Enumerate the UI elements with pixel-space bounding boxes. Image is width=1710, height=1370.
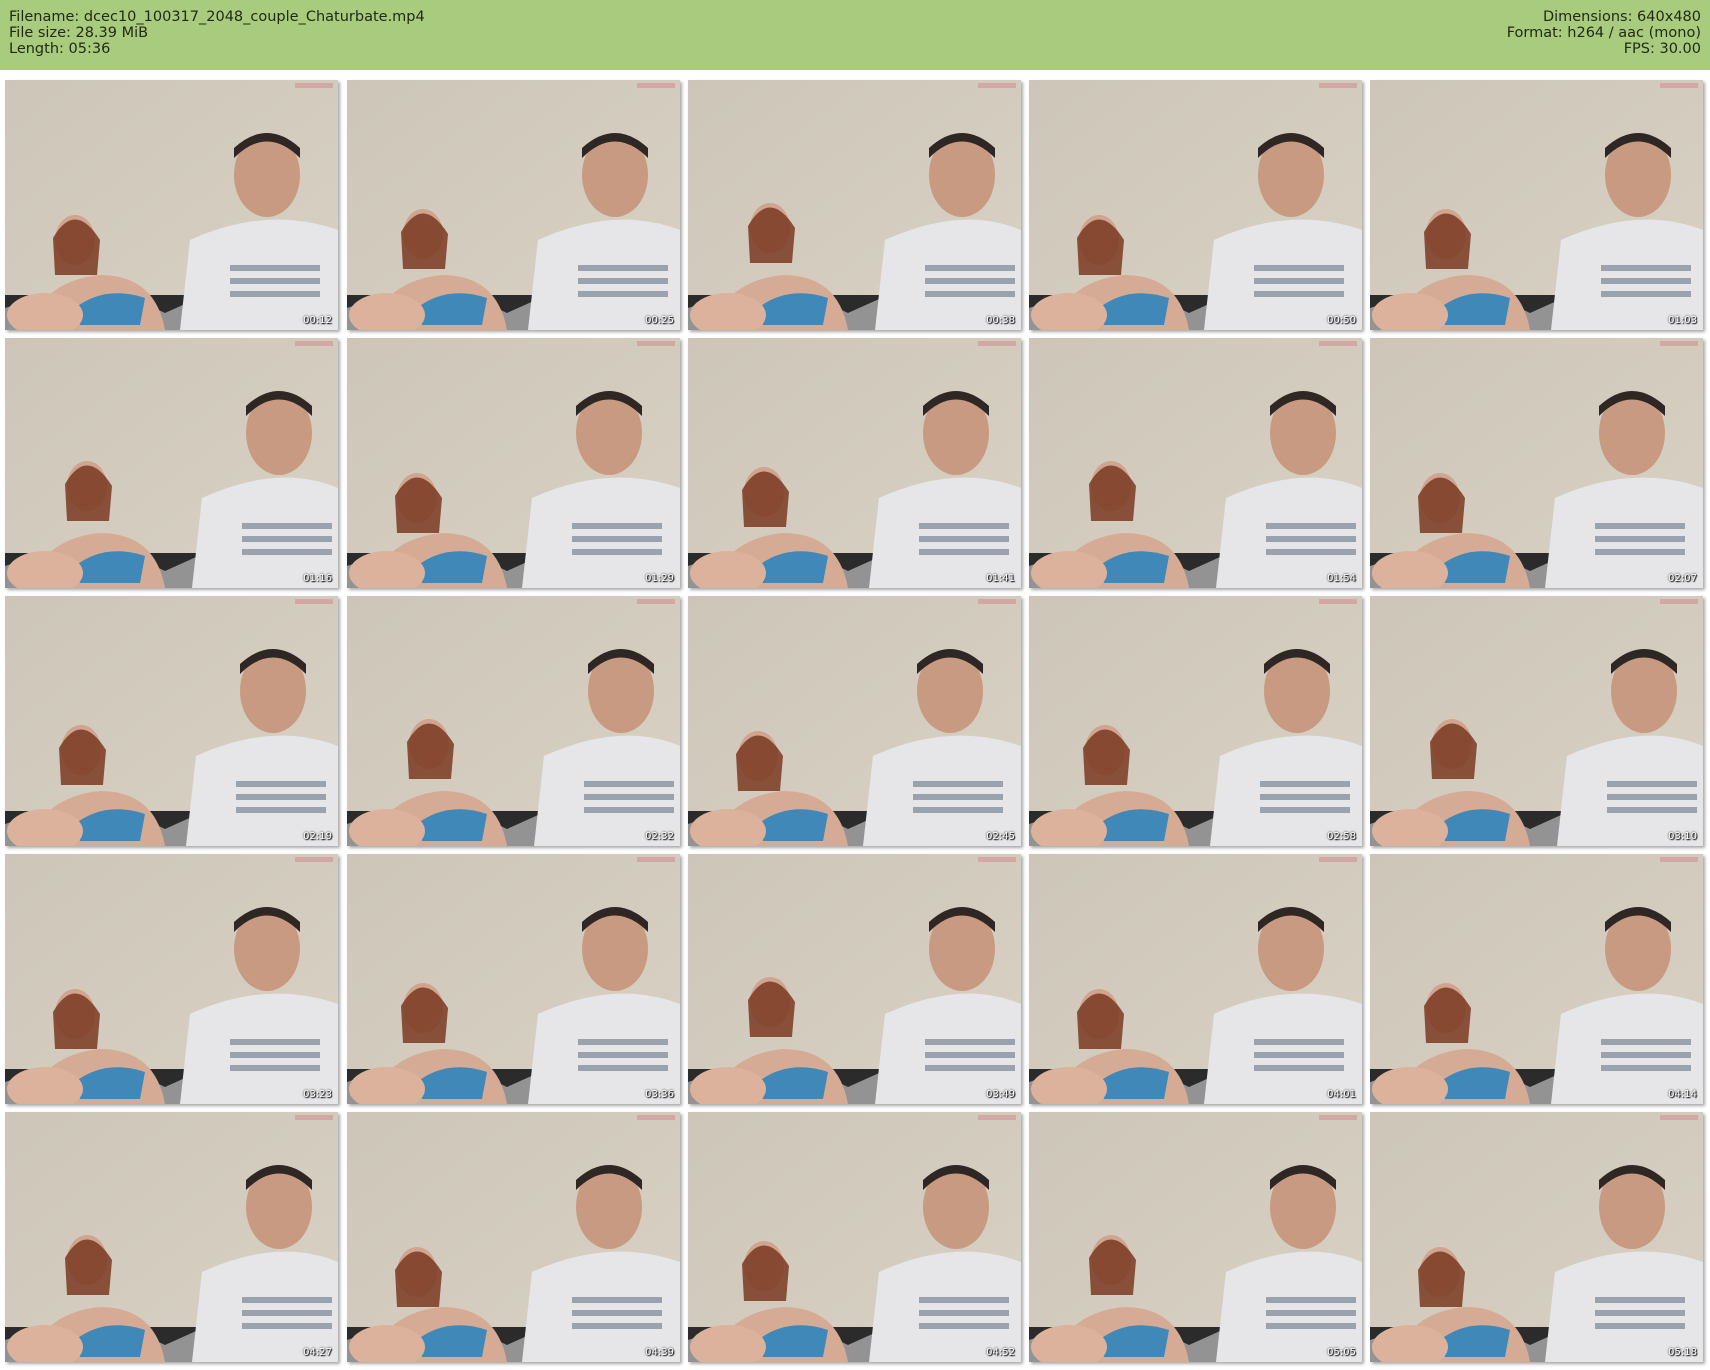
fps-text: FPS: 30.00 — [1623, 41, 1701, 57]
video-thumbnail: 02:19 — [5, 596, 338, 846]
thumbnail-timestamp: 02:45 — [986, 831, 1015, 842]
video-thumbnail: 00:50 — [1029, 80, 1362, 330]
video-thumbnail: 04:27 — [5, 1112, 338, 1362]
thumbnail-frame-image — [1370, 338, 1703, 588]
thumbnail-timestamp: 05:05 — [1327, 1347, 1356, 1358]
thumbnail-timestamp: 04:39 — [645, 1347, 674, 1358]
video-thumbnail: 01:29 — [347, 338, 680, 588]
thumbnail-timestamp: 03:36 — [645, 1089, 674, 1100]
thumbnail-frame-image — [1370, 80, 1703, 330]
thumbnail-frame-image — [688, 596, 1021, 846]
dimensions-text: Dimensions: 640x480 — [1542, 9, 1701, 25]
video-thumbnail: 02:45 — [688, 596, 1021, 846]
thumbnail-frame-image — [5, 338, 338, 588]
thumbnail-frame-image — [347, 854, 680, 1104]
thumbnail-frame-image — [1370, 596, 1703, 846]
thumbnail-frame-image — [1029, 338, 1362, 588]
thumbnail-frame-image — [688, 338, 1021, 588]
filename-text: Filename: dcec10_100317_2048_couple_Chat… — [9, 9, 425, 25]
thumbnail-timestamp: 01:29 — [645, 573, 674, 584]
thumbnail-timestamp: 05:18 — [1668, 1347, 1697, 1358]
thumbnail-frame-image — [5, 80, 338, 330]
thumbnail-frame-image — [347, 596, 680, 846]
thumbnail-grid: 00:12 00:25 00:38 00:50 01:03 01:16 01:29 01:41… — [0, 70, 1710, 1370]
header-right-info: Dimensions: 640x480 Format: h264 / aac (… — [1507, 9, 1701, 57]
thumbnail-timestamp: 02:07 — [1668, 573, 1697, 584]
thumbnail-frame-image — [347, 338, 680, 588]
thumbnail-frame-image — [347, 80, 680, 330]
thumbnail-timestamp: 04:27 — [303, 1347, 332, 1358]
video-thumbnail: 01:16 — [5, 338, 338, 588]
video-thumbnail: 01:41 — [688, 338, 1021, 588]
thumbnail-frame-image — [5, 854, 338, 1104]
thumbnail-timestamp: 03:10 — [1668, 831, 1697, 842]
thumbnail-frame-image — [688, 80, 1021, 330]
thumbnail-timestamp: 00:12 — [303, 315, 332, 326]
video-thumbnail: 04:39 — [347, 1112, 680, 1362]
filesize-text: File size: 28.39 MiB — [9, 25, 149, 41]
thumbnail-timestamp: 04:14 — [1668, 1089, 1697, 1100]
video-thumbnail: 00:25 — [347, 80, 680, 330]
thumbnail-timestamp: 01:16 — [303, 573, 332, 584]
thumbnail-frame-image — [1029, 854, 1362, 1104]
video-thumbnail: 03:49 — [688, 854, 1021, 1104]
thumbnail-frame-image — [1370, 1112, 1703, 1362]
thumbnail-timestamp: 02:19 — [303, 831, 332, 842]
thumbnail-timestamp: 00:50 — [1327, 315, 1356, 326]
thumbnail-timestamp: 03:49 — [986, 1089, 1015, 1100]
thumbnail-timestamp: 01:54 — [1327, 573, 1356, 584]
video-thumbnail: 03:23 — [5, 854, 338, 1104]
thumbnail-frame-image — [5, 1112, 338, 1362]
video-thumbnail: 05:05 — [1029, 1112, 1362, 1362]
thumbnail-timestamp: 00:25 — [645, 315, 674, 326]
video-thumbnail: 05:18 — [1370, 1112, 1703, 1362]
thumbnail-timestamp: 01:03 — [1668, 315, 1697, 326]
thumbnail-timestamp: 04:52 — [986, 1347, 1015, 1358]
video-thumbnail: 03:10 — [1370, 596, 1703, 846]
thumbnail-frame-image — [688, 1112, 1021, 1362]
thumbnail-frame-image — [1029, 80, 1362, 330]
header-left-info: Filename: dcec10_100317_2048_couple_Chat… — [9, 9, 425, 57]
thumbnail-frame-image — [688, 854, 1021, 1104]
thumbnail-frame-image — [1029, 596, 1362, 846]
thumbnail-timestamp: 02:58 — [1327, 831, 1356, 842]
thumbnail-timestamp: 02:32 — [645, 831, 674, 842]
thumbnail-timestamp: 01:41 — [986, 573, 1015, 584]
thumbnail-timestamp: 04:01 — [1327, 1089, 1356, 1100]
format-text: Format: h264 / aac (mono) — [1506, 25, 1701, 41]
video-thumbnail: 01:54 — [1029, 338, 1362, 588]
video-thumbnail: 04:52 — [688, 1112, 1021, 1362]
thumbnail-frame-image — [347, 1112, 680, 1362]
thumbnail-timestamp: 03:23 — [303, 1089, 332, 1100]
thumbnail-frame-image — [5, 596, 338, 846]
thumbnail-frame-image — [1029, 1112, 1362, 1362]
video-thumbnail: 02:58 — [1029, 596, 1362, 846]
video-thumbnail: 04:14 — [1370, 854, 1703, 1104]
video-thumbnail: 01:03 — [1370, 80, 1703, 330]
thumbnail-timestamp: 00:38 — [986, 315, 1015, 326]
video-thumbnail: 03:36 — [347, 854, 680, 1104]
video-thumbnail: 00:38 — [688, 80, 1021, 330]
video-thumbnail: 04:01 — [1029, 854, 1362, 1104]
video-thumbnail: 00:12 — [5, 80, 338, 330]
length-text: Length: 05:36 — [9, 41, 111, 57]
info-header: Filename: dcec10_100317_2048_couple_Chat… — [0, 0, 1710, 70]
video-thumbnail: 02:32 — [347, 596, 680, 846]
thumbnail-frame-image — [1370, 854, 1703, 1104]
video-thumbnail: 02:07 — [1370, 338, 1703, 588]
